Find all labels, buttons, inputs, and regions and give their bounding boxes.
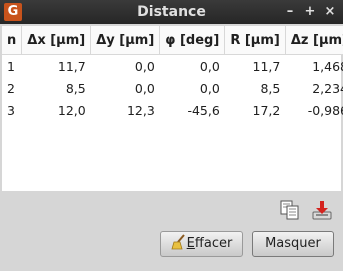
cell-dx: 12,0 [57,102,86,118]
close-button[interactable]: × [322,4,338,20]
cell-r: 17,2 [252,102,281,118]
distance-table-area: n Δx [µm] Δy [µm] φ [deg] R [µm] Δz [µm]… [2,26,343,191]
cell-dx: 8,5 [65,80,86,96]
maximize-button[interactable]: + [302,4,318,20]
cell-r: 11,7 [252,58,281,74]
cell-dz: -0,986 [307,102,343,118]
cell-dy: 0,0 [134,80,155,96]
cell-dy: 0,0 [134,58,155,74]
cell-n: 3 [7,102,15,118]
column-header-dy[interactable]: Δy [µm] [90,26,161,55]
broom-icon [171,234,185,250]
cell-dz: 2,234 [312,80,343,96]
cell-r: 8,5 [260,80,281,96]
cell-dy: 12,3 [126,102,155,118]
save-button[interactable] [310,199,334,221]
cell-n: 1 [7,58,15,74]
minimize-button[interactable]: – [282,4,298,20]
title-bar[interactable]: G Distance – + × [0,0,343,24]
clear-button-label: ffacer [194,236,233,251]
distance-table: n Δx [µm] Δy [µm] φ [deg] R [µm] Δz [µm]… [2,26,343,121]
copy-icon [280,200,299,220]
column-header-phi[interactable]: φ [deg] [159,26,226,55]
distance-window: G Distance – + × n Δx [µm] Δy [µm] φ [de… [0,0,343,271]
cell-phi: -45,6 [187,102,220,118]
table-row[interactable]: 2 8,5 0,0 0,0 8,5 2,234 [2,77,343,99]
table-row[interactable]: 3 12,0 12,3 -45,6 17,2 -0,986 [2,99,343,121]
copy-button[interactable] [278,199,302,221]
cell-phi: 0,0 [199,80,220,96]
cell-n: 2 [7,80,15,96]
cell-dx: 11,7 [57,58,86,74]
column-header-dz[interactable]: Δz [µm] [285,26,343,55]
column-header-dx[interactable]: Δx [µm] [21,26,92,55]
column-header-r[interactable]: R [µm] [224,26,286,55]
save-icon [312,201,332,220]
clear-button-mnemonic: E [186,236,195,251]
cell-phi: 0,0 [199,58,220,74]
column-header-n[interactable]: n [2,26,23,55]
clear-button[interactable]: Effacer [160,231,243,257]
cell-dz: 1,468 [312,58,343,74]
table-row[interactable]: 1 11,7 0,0 0,0 11,7 1,468 [2,55,343,78]
table-header-row: n Δx [µm] Δy [µm] φ [deg] R [µm] Δz [µm] [2,26,343,55]
hide-button[interactable]: Masquer [252,231,334,257]
